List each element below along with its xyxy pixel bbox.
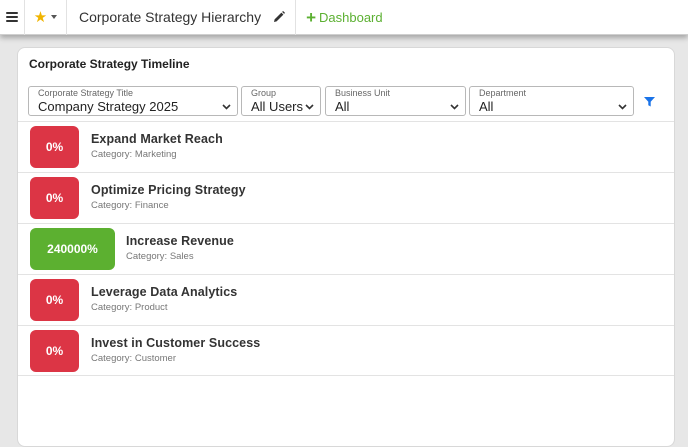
item-title: Leverage Data Analytics bbox=[91, 285, 238, 299]
item-title: Increase Revenue bbox=[126, 234, 234, 248]
favorites-dropdown[interactable]: ★ bbox=[25, 0, 67, 35]
page-title: Corporate Strategy Hierarchy bbox=[79, 9, 262, 25]
filter-value: All bbox=[479, 99, 494, 114]
department-select[interactable]: Department All bbox=[469, 86, 634, 116]
item-text: Leverage Data Analytics Category: Produc… bbox=[91, 285, 237, 313]
dashboard-label: Dashboard bbox=[319, 9, 383, 25]
strategy-title-select[interactable]: Corporate Strategy Title Company Strateg… bbox=[28, 86, 238, 116]
category-value: Product bbox=[134, 302, 168, 313]
item-text: Increase Revenue Category: Sales bbox=[126, 234, 234, 262]
item-title: Invest in Customer Success bbox=[91, 336, 261, 350]
list-item[interactable]: 0% Optimize Pricing Strategy Category: F… bbox=[18, 172, 674, 223]
star-icon: ★ bbox=[33, 8, 48, 26]
progress-badge: 240000% bbox=[30, 228, 115, 270]
page-title-area: Corporate Strategy Hierarchy bbox=[67, 0, 297, 35]
strategy-list: 0% Expand Market Reach Category: Marketi… bbox=[18, 121, 674, 376]
list-item[interactable]: 0% Leverage Data Analytics Category: Pro… bbox=[18, 274, 674, 325]
item-category: Category: Marketing bbox=[91, 149, 223, 160]
item-title: Optimize Pricing Strategy bbox=[91, 183, 246, 197]
caret-down-icon bbox=[51, 15, 58, 19]
filter-label: Department bbox=[479, 88, 527, 98]
chevron-down-icon bbox=[222, 97, 231, 115]
menu-button[interactable] bbox=[0, 0, 25, 35]
item-text: Optimize Pricing Strategy Category: Fina… bbox=[91, 183, 246, 211]
filter-value: Company Strategy 2025 bbox=[38, 99, 179, 114]
progress-badge: 0% bbox=[30, 177, 79, 219]
category-prefix: Category: bbox=[91, 149, 135, 160]
list-item[interactable]: 0% Invest in Customer Success Category: … bbox=[18, 325, 674, 376]
category-value: Finance bbox=[134, 200, 169, 211]
plus-icon: + bbox=[306, 7, 317, 27]
filter-icon[interactable] bbox=[644, 94, 655, 112]
filter-label: Corporate Strategy Title bbox=[38, 88, 134, 98]
category-prefix: Category: bbox=[91, 200, 135, 211]
item-category: Category: Product bbox=[91, 302, 237, 313]
chevron-down-icon bbox=[305, 97, 314, 115]
progress-badge: 0% bbox=[30, 279, 79, 321]
filter-label: Group bbox=[251, 88, 277, 98]
item-text: Expand Market Reach Category: Marketing bbox=[91, 132, 223, 160]
dashboard-link[interactable]: + Dashboard bbox=[296, 0, 383, 35]
pencil-icon[interactable] bbox=[273, 11, 286, 23]
progress-badge: 0% bbox=[30, 126, 79, 168]
filter-label: Business Unit bbox=[335, 88, 391, 98]
filter-value: All bbox=[335, 99, 350, 114]
category-value: Marketing bbox=[134, 149, 177, 160]
item-category: Category: Sales bbox=[126, 251, 234, 262]
item-category: Category: Finance bbox=[91, 200, 246, 211]
item-text: Invest in Customer Success Category: Cus… bbox=[91, 336, 260, 364]
category-value: Sales bbox=[169, 251, 194, 262]
chevron-down-icon bbox=[450, 97, 459, 115]
category-prefix: Category: bbox=[91, 302, 135, 313]
filter-value: All Users bbox=[251, 99, 304, 114]
item-category: Category: Customer bbox=[91, 353, 260, 364]
hamburger-icon bbox=[6, 12, 18, 22]
card-title: Corporate Strategy Timeline bbox=[29, 57, 190, 71]
chevron-down-icon bbox=[618, 97, 627, 115]
strategy-timeline-card: Corporate Strategy Timeline Corporate St… bbox=[17, 47, 675, 447]
top-toolbar: ★ Corporate Strategy Hierarchy + Dashboa… bbox=[0, 0, 688, 35]
progress-badge: 0% bbox=[30, 330, 79, 372]
list-item[interactable]: 0% Expand Market Reach Category: Marketi… bbox=[18, 121, 674, 172]
list-item[interactable]: 240000% Increase Revenue Category: Sales bbox=[18, 223, 674, 274]
item-title: Expand Market Reach bbox=[91, 132, 223, 146]
category-prefix: Category: bbox=[126, 251, 170, 262]
category-value: Customer bbox=[134, 353, 177, 364]
group-select[interactable]: Group All Users bbox=[241, 86, 321, 116]
business-unit-select[interactable]: Business Unit All bbox=[325, 86, 466, 116]
category-prefix: Category: bbox=[91, 353, 135, 364]
